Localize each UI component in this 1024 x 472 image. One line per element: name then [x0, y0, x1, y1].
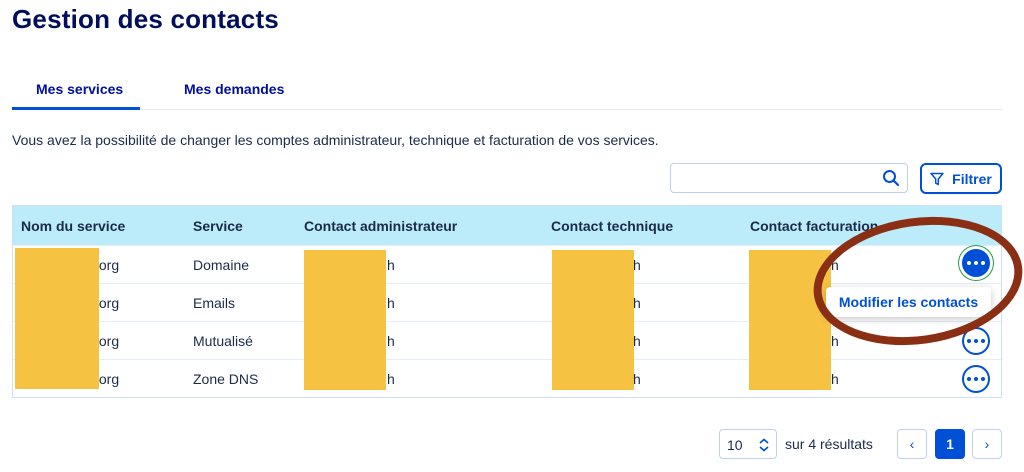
redaction-block	[749, 250, 831, 390]
table-row: .org Mutualisé h h h	[13, 321, 1001, 359]
per-page-value: 10	[727, 437, 743, 453]
cell-tech-contact: h	[633, 257, 641, 273]
filter-button-label: Filtrer	[952, 170, 992, 187]
page-title: Gestion des contacts	[12, 4, 279, 34]
cell-tech-contact: h	[633, 371, 641, 387]
redaction-block	[304, 250, 386, 390]
cell-billing-contact: h	[831, 257, 839, 273]
column-header-admin-contact: Contact administrateur	[304, 218, 458, 234]
per-page-select[interactable]: 10	[719, 429, 777, 459]
search-box	[670, 163, 908, 193]
table-header: Nom du service Service Contact administr…	[13, 206, 1001, 245]
cell-service: Emails	[193, 295, 236, 311]
column-header-service-name: Nom du service	[21, 218, 126, 234]
cell-billing-contact: h	[831, 371, 839, 387]
cell-service: Domaine	[193, 257, 250, 273]
page-1-button[interactable]: 1	[935, 429, 965, 459]
cell-tech-contact: h	[633, 295, 641, 311]
more-options-icon	[967, 339, 985, 343]
redaction-block	[552, 250, 634, 390]
previous-page-button[interactable]: ‹	[897, 429, 927, 459]
active-tab-indicator	[12, 107, 140, 110]
column-header-service: Service	[193, 218, 243, 234]
results-count: sur 4 résultats	[785, 436, 873, 452]
column-header-tech-contact: Contact technique	[551, 218, 674, 234]
more-options-icon	[967, 377, 985, 381]
table-row: .org Zone DNS h h h	[13, 359, 1001, 397]
chevron-updown-icon	[759, 438, 769, 452]
redaction-block	[15, 248, 99, 389]
row-actions-button[interactable]	[962, 327, 990, 355]
column-header-billing-contact: Contact facturation	[750, 218, 879, 234]
more-options-icon	[967, 261, 985, 265]
filter-button[interactable]: Filtrer	[920, 163, 1002, 194]
table-row: .org Domaine h h h	[13, 245, 1001, 283]
page-description: Vous avez la possibilité de changer les …	[12, 132, 659, 148]
search-input[interactable]	[671, 164, 871, 192]
modify-contacts-menu-item[interactable]: Modifier les contacts	[826, 287, 991, 317]
cell-billing-contact: h	[831, 333, 839, 349]
cell-admin-contact: h	[387, 333, 395, 349]
chevron-right-icon: ›	[984, 436, 990, 452]
filter-icon	[930, 172, 944, 185]
chevron-left-icon: ‹	[909, 436, 915, 452]
cell-admin-contact: h	[387, 295, 395, 311]
tab-bar: Mes services Mes demandes	[12, 78, 1002, 110]
cell-admin-contact: h	[387, 371, 395, 387]
row-actions-button[interactable]	[962, 249, 990, 277]
cell-admin-contact: h	[387, 257, 395, 273]
row-actions-button[interactable]	[962, 365, 990, 393]
tab-mes-services[interactable]: Mes services	[36, 81, 123, 97]
next-page-button[interactable]: ›	[972, 429, 1002, 459]
cell-tech-contact: h	[633, 333, 641, 349]
cell-service: Mutualisé	[193, 333, 253, 349]
search-icon[interactable]	[882, 169, 900, 187]
cell-service: Zone DNS	[193, 371, 259, 387]
tab-mes-demandes[interactable]: Mes demandes	[184, 81, 284, 97]
